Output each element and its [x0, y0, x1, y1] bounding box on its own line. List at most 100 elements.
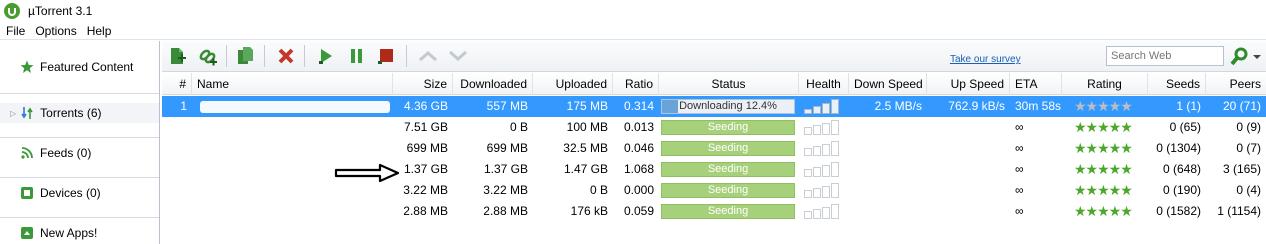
cell-eta: ∞: [1015, 120, 1024, 134]
toolbar-divider: [264, 45, 265, 67]
cell-eta: ∞: [1015, 162, 1024, 176]
create-torrent-icon[interactable]: [234, 45, 258, 67]
expand-triangle-icon[interactable]: ▷: [10, 109, 16, 118]
cell-ratio: 0.013: [623, 120, 654, 134]
column-header-status[interactable]: Status: [659, 73, 799, 95]
column-header-size[interactable]: Size: [393, 73, 453, 95]
status-text: Downloading 12.4%: [679, 100, 777, 112]
status-badge: Seeding: [661, 162, 795, 177]
stop-icon[interactable]: [374, 45, 398, 67]
survey-link[interactable]: Take our survey: [950, 54, 1021, 65]
column-header-name[interactable]: Name: [192, 73, 393, 95]
cell-eta: ∞: [1015, 204, 1024, 218]
status-badge: Seeding: [661, 204, 795, 219]
rating-stars[interactable]: ★★★★★: [1074, 138, 1133, 159]
progress-fill: [662, 100, 679, 113]
column-header-downloaded[interactable]: Downloaded: [453, 73, 533, 95]
remove-icon[interactable]: [274, 45, 298, 67]
health-indicator: [804, 99, 844, 114]
rating-stars[interactable]: ★★★★★: [1074, 180, 1133, 201]
cell-peers: 1 (1154): [1217, 204, 1261, 218]
cell-size: 2.88 MB: [403, 204, 448, 218]
cell-down-speed: 2.5 MB/s: [874, 99, 922, 113]
sidebar-item-label: Featured Content: [40, 60, 134, 74]
sidebar-item-featured[interactable]: Featured Content: [0, 57, 159, 77]
cell-peers: 0 (9): [1236, 120, 1261, 134]
column-header-uploaded[interactable]: Uploaded: [533, 73, 613, 95]
toolbar-divider: [406, 45, 407, 67]
cell-peers: 3 (165): [1222, 162, 1261, 176]
toolbar-divider: [304, 45, 305, 67]
sidebar-item-label: Feeds (0): [40, 146, 92, 160]
column-header-up-speed[interactable]: Up Speed: [927, 73, 1010, 95]
move-up-icon[interactable]: [416, 45, 440, 67]
column-header-down-speed[interactable]: Down Speed: [849, 73, 927, 95]
cell-uploaded: 175 MB: [566, 99, 608, 113]
star-icon: [20, 60, 34, 74]
move-down-icon[interactable]: [446, 45, 470, 67]
cell-peers: 0 (7): [1236, 141, 1261, 155]
annotation-arrow-icon: [334, 163, 400, 183]
cell-seeds: 0 (1582): [1156, 204, 1201, 218]
utorrent-logo-icon: [4, 3, 20, 19]
cell-peers: 0 (4): [1236, 183, 1261, 197]
add-url-icon[interactable]: [196, 45, 220, 67]
sidebar-item-devices[interactable]: Devices (0): [0, 183, 159, 203]
column-header-rating[interactable]: Rating: [1062, 73, 1148, 95]
menu-file[interactable]: File: [6, 24, 25, 38]
search-input[interactable]: [1106, 46, 1224, 66]
table-row[interactable]: 3.22 MB 3.22 MB 0 B 0.000 Seeding ∞ ★★★★…: [162, 180, 1266, 201]
add-torrent-icon[interactable]: [166, 45, 190, 67]
cell-seeds: 0 (190): [1162, 183, 1201, 197]
menu-options[interactable]: Options: [35, 24, 76, 38]
cell-eta: ∞: [1015, 183, 1024, 197]
cell-uploaded: 0 B: [589, 183, 608, 197]
menu-help[interactable]: Help: [87, 24, 112, 38]
cell-size: 1.37 GB: [403, 162, 448, 176]
table-row[interactable]: 699 MB 699 MB 32.5 MB 0.046 Seeding ∞ ★★…: [162, 138, 1266, 159]
cell-seeds: 0 (648): [1162, 162, 1201, 176]
cell-ratio: 0.314: [623, 99, 654, 113]
table-row[interactable]: 1.37 GB 1.37 GB 1.47 GB 1.068 Seeding ∞ …: [162, 159, 1266, 180]
cell-seeds: 0 (65): [1169, 120, 1201, 134]
cell-uploaded: 1.47 GB: [563, 162, 608, 176]
sidebar-item-label: New Apps!: [40, 226, 98, 240]
cell-up-speed: 762.9 kB/s: [948, 99, 1005, 113]
sidebar-item-apps[interactable]: New Apps!: [0, 223, 159, 243]
cell-eta: ∞: [1015, 141, 1024, 155]
sidebar-item-torrents[interactable]: ▷ Torrents (6): [0, 103, 159, 123]
column-header-eta[interactable]: ETA: [1010, 73, 1062, 95]
column-header-peers[interactable]: Peers: [1206, 73, 1266, 95]
cell-downloaded: 1.37 GB: [483, 162, 528, 176]
sidebar-divider: [0, 217, 159, 218]
rating-stars[interactable]: ★★★★★: [1074, 117, 1133, 138]
column-header-health[interactable]: Health: [799, 73, 849, 95]
table-row[interactable]: 2.88 MB 2.88 MB 176 kB 0.059 Seeding ∞ ★…: [162, 201, 1266, 222]
health-indicator: [804, 141, 844, 156]
rating-stars[interactable]: ★★★★★: [1074, 96, 1133, 117]
start-icon[interactable]: [314, 45, 338, 67]
rating-stars[interactable]: ★★★★★: [1074, 159, 1133, 180]
search-icon[interactable]: [1230, 46, 1250, 66]
torrent-table: # Name Size Downloaded Uploaded Ratio St…: [162, 73, 1266, 244]
status-badge: Seeding: [661, 141, 795, 156]
cell-seeds: 1 (1): [1176, 99, 1201, 113]
table-row[interactable]: 7.51 GB 0 B 100 MB 0.013 Seeding ∞ ★★★★★…: [162, 117, 1266, 138]
sidebar-item-feeds[interactable]: Feeds (0): [0, 143, 159, 163]
cell-downloaded: 0 B: [509, 120, 528, 134]
pause-icon[interactable]: [344, 45, 368, 67]
rating-stars[interactable]: ★★★★★: [1074, 201, 1133, 222]
cell-uploaded: 32.5 MB: [563, 141, 608, 155]
cell-seeds: 0 (1304): [1156, 141, 1201, 155]
sidebar-item-label: Devices (0): [40, 186, 101, 200]
chevron-down-icon[interactable]: [1252, 51, 1262, 61]
column-header-number[interactable]: #: [162, 73, 192, 95]
health-indicator: [804, 162, 844, 177]
column-header-ratio[interactable]: Ratio: [613, 73, 659, 95]
device-icon: [20, 186, 34, 200]
column-header-seeds[interactable]: Seeds: [1148, 73, 1206, 95]
toolbar: Take our survey: [162, 41, 1266, 72]
table-row[interactable]: 1 4.36 GB 557 MB 175 MB 0.314 Downloadin…: [162, 96, 1266, 117]
cell-size: 699 MB: [406, 141, 448, 155]
cell-eta: 30m 58s: [1015, 99, 1062, 113]
